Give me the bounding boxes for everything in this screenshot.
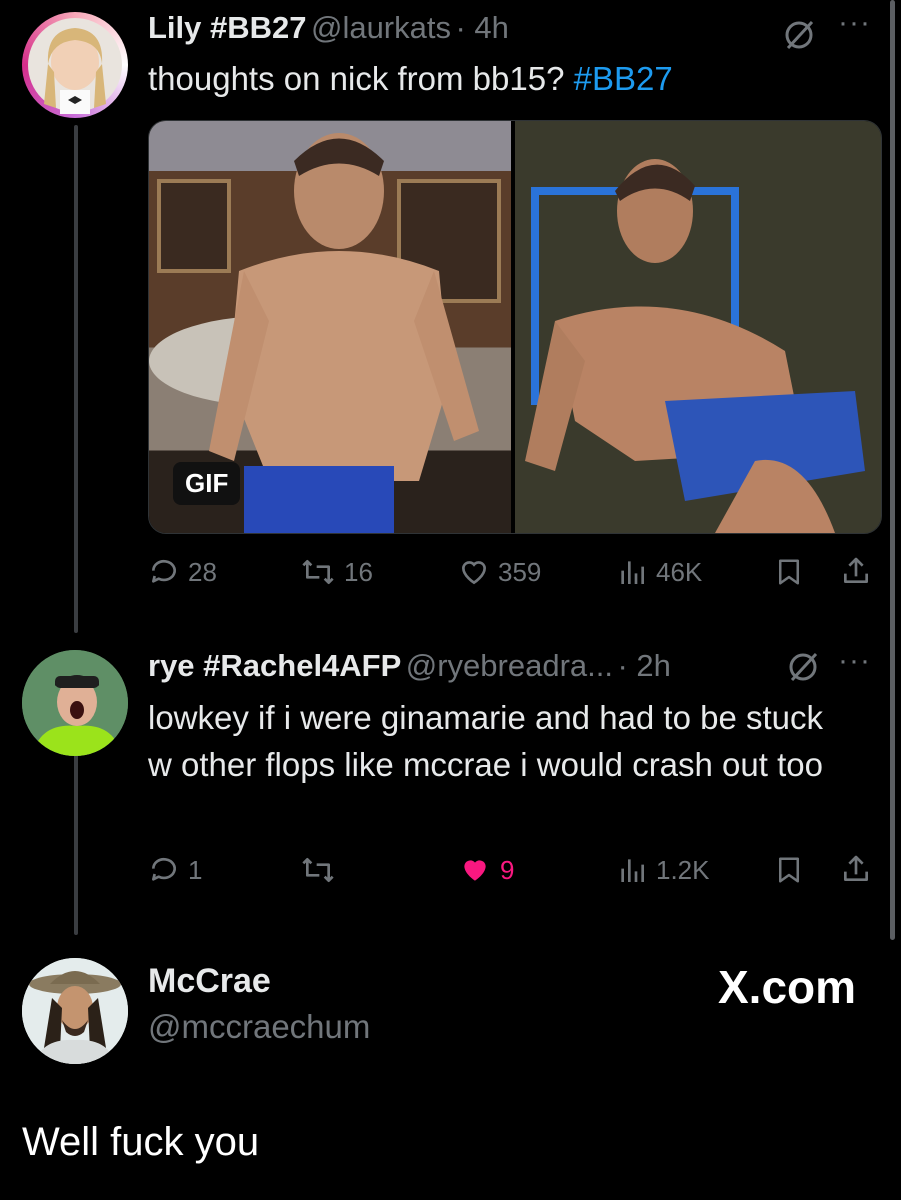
avatar[interactable] <box>22 958 128 1064</box>
xcom-watermark: X.com <box>718 961 857 1013</box>
repost-icon <box>302 858 334 882</box>
views-button[interactable]: 46K <box>616 556 702 588</box>
bookmark-icon[interactable] <box>774 556 804 588</box>
quote-author-handle[interactable]: @mccraechum <box>148 1008 370 1046</box>
gif-badge[interactable]: GIF <box>173 462 241 505</box>
post-time[interactable]: · 4h <box>455 10 508 45</box>
grok-slash-icon[interactable] <box>782 18 816 57</box>
repost-button[interactable] <box>300 854 336 886</box>
more-icon[interactable]: ··· <box>838 644 871 678</box>
reply-icon <box>151 559 176 583</box>
heart-icon <box>461 561 487 585</box>
post-text: thoughts on nick from bb15? #BB27 <box>148 60 673 97</box>
reply-count: 28 <box>188 556 217 587</box>
media-grid[interactable]: GIF <box>148 120 882 534</box>
avatar[interactable] <box>22 12 128 118</box>
hashtag-link[interactable]: #BB27 <box>574 60 673 97</box>
scrollbar[interactable] <box>890 0 895 940</box>
author-handle[interactable]: @laurkats <box>311 10 451 45</box>
media-gif[interactable]: GIF <box>149 121 511 533</box>
like-button[interactable]: 359 <box>458 556 541 588</box>
more-icon[interactable]: ··· <box>838 6 871 40</box>
reply-button[interactable]: 28 <box>148 556 217 588</box>
views-icon <box>621 561 644 584</box>
reply-count: 1 <box>188 854 203 885</box>
like-count: 359 <box>498 556 542 587</box>
media-image[interactable] <box>515 121 881 533</box>
reply-button[interactable]: 1 <box>148 854 202 886</box>
reply-text: Well fuck you <box>22 1120 260 1164</box>
author-name[interactable]: Lily #BB27 <box>148 10 307 45</box>
like-count: 9 <box>500 854 515 885</box>
views-count: 46K <box>656 556 703 587</box>
views-count: 1.2K <box>656 854 710 885</box>
post-header: rye #Rachel4AFP @ryebreadra... · 2h <box>148 648 671 684</box>
author-handle[interactable]: @ryebreadra... <box>406 648 613 683</box>
thread-line <box>74 735 78 935</box>
share-icon[interactable] <box>840 852 872 886</box>
grok-slash-icon[interactable] <box>786 650 820 689</box>
post-text: lowkey if i were ginamarie and had to be… <box>148 699 824 783</box>
repost-button[interactable]: 16 <box>300 556 373 588</box>
share-icon[interactable] <box>840 554 872 588</box>
avatar[interactable] <box>22 650 128 756</box>
heart-icon <box>464 860 486 881</box>
thread-line <box>74 125 78 633</box>
bookmark-icon[interactable] <box>774 854 804 886</box>
views-button[interactable]: 1.2K <box>616 854 710 886</box>
views-icon <box>621 859 644 882</box>
post-time[interactable]: · 2h <box>617 648 670 683</box>
quote-author-name[interactable]: McCrae <box>148 962 271 1001</box>
reply-icon <box>151 857 176 881</box>
post-header: Lily #BB27 @laurkats · 4h <box>148 10 509 46</box>
author-name[interactable]: rye #Rachel4AFP <box>148 648 401 683</box>
repost-icon <box>302 560 334 584</box>
like-button[interactable]: 9 <box>458 854 514 886</box>
repost-count: 16 <box>344 556 373 587</box>
